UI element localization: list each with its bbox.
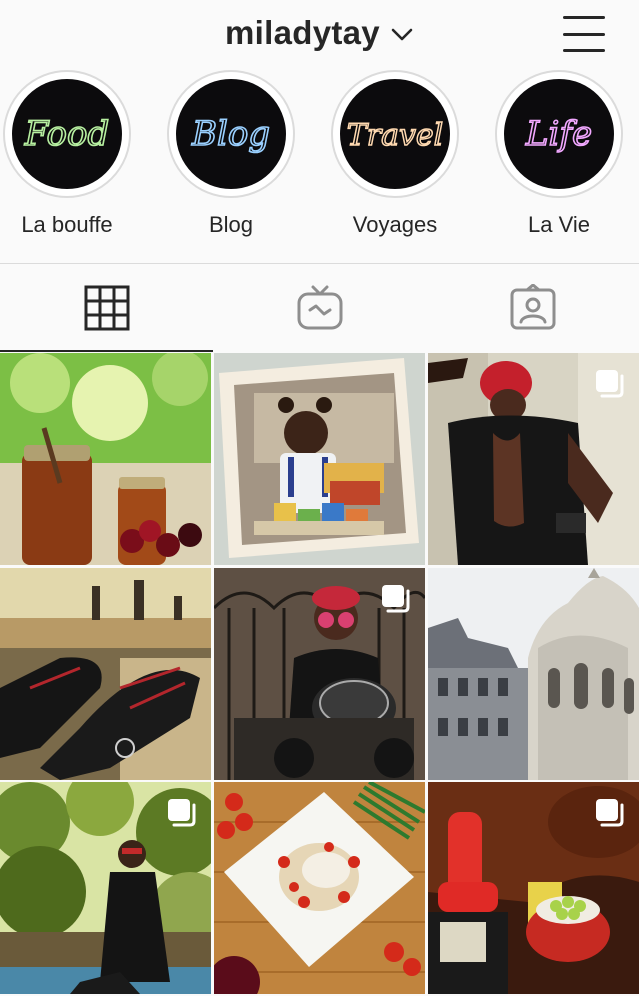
highlight-cover-text: Travel (347, 118, 444, 153)
post-thumbnail[interactable] (214, 353, 425, 565)
username-switcher[interactable]: miladytay (0, 14, 639, 52)
multiple-photos-icon (596, 370, 624, 398)
highlight-blog[interactable]: Blog Blog (156, 70, 306, 238)
highlight-cover-text: Blog (191, 114, 270, 154)
post-image (428, 568, 639, 780)
highlight-cover[interactable]: Travel (340, 79, 450, 189)
post-thumbnail[interactable] (0, 568, 211, 780)
highlight-cover[interactable]: Blog (176, 79, 286, 189)
multiple-photos-icon (596, 799, 624, 827)
post-thumbnail[interactable] (214, 568, 425, 780)
post-thumbnail[interactable] (428, 782, 639, 994)
highlight-label: La Vie (528, 212, 590, 237)
igtv-icon[interactable] (296, 284, 344, 332)
multiple-photos-icon (382, 585, 410, 613)
username[interactable]: miladytay (225, 14, 380, 52)
highlight-ring[interactable]: Travel (331, 70, 459, 198)
highlight-cover[interactable]: Life (504, 79, 614, 189)
story-highlights: Food La bouffe Blog Blog Travel Voyages (0, 70, 639, 240)
tab-grid[interactable] (0, 264, 213, 352)
hamburger-menu-icon[interactable] (563, 16, 605, 52)
highlight-ring[interactable]: Food (3, 70, 131, 198)
highlight-life[interactable]: Life La Vie (484, 70, 634, 238)
highlight-cover[interactable]: Food (12, 79, 122, 189)
post-thumbnail[interactable] (0, 353, 211, 565)
post-thumbnail[interactable] (0, 782, 211, 994)
grid-icon[interactable] (84, 285, 130, 331)
post-image (0, 568, 211, 780)
highlight-ring[interactable]: Blog (167, 70, 295, 198)
tab-tagged[interactable] (426, 264, 639, 352)
highlight-label: Voyages (352, 212, 438, 237)
profile-header: miladytay (0, 0, 639, 72)
post-image (0, 353, 211, 565)
highlight-food[interactable]: Food La bouffe (0, 70, 142, 238)
tagged-icon[interactable] (509, 284, 557, 332)
multiple-photos-icon (168, 799, 196, 827)
post-thumbnail[interactable] (214, 782, 425, 994)
post-image (214, 782, 425, 994)
profile-tabs (0, 264, 639, 352)
highlight-travel[interactable]: Travel Voyages (320, 70, 470, 238)
post-thumbnail[interactable] (428, 353, 639, 565)
posts-grid (0, 353, 639, 996)
highlight-label: La bouffe (21, 212, 113, 237)
post-thumbnail[interactable] (428, 568, 639, 780)
chevron-down-icon[interactable] (390, 23, 414, 47)
highlight-cover-text: Food (24, 114, 109, 154)
highlight-ring[interactable]: Life (495, 70, 623, 198)
highlight-label: Blog (208, 212, 254, 237)
post-image (214, 353, 425, 565)
tab-igtv[interactable] (213, 264, 426, 352)
highlight-cover-text: Life (525, 114, 592, 154)
